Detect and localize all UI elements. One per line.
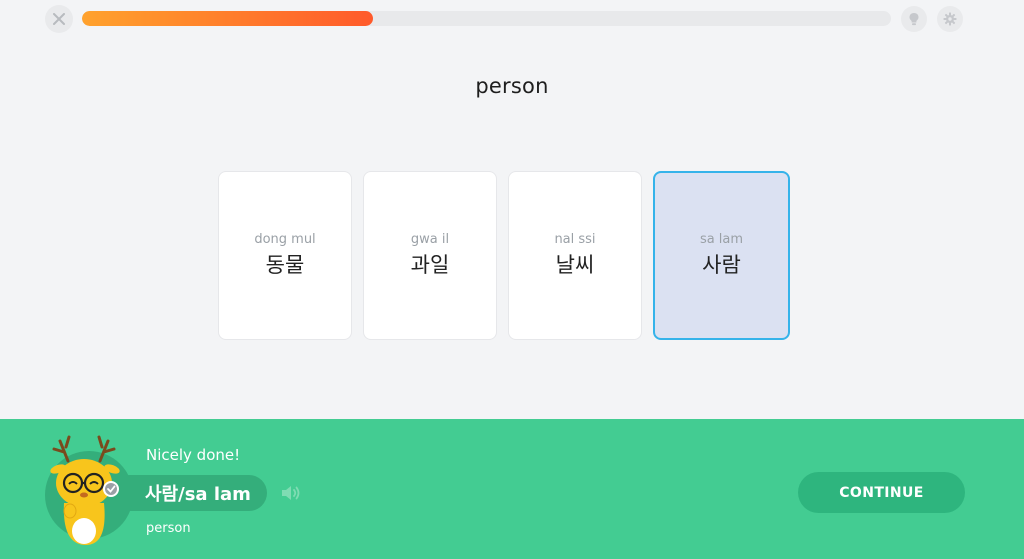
option-romanization: nal ssi (554, 232, 596, 247)
close-button[interactable] (45, 5, 73, 33)
hint-button[interactable] (901, 6, 927, 32)
option-hangul: 사람 (702, 253, 741, 277)
gear-icon (943, 12, 957, 26)
feedback-panel: 사람/sa lam Nicely done! person CONTINUE (0, 419, 1024, 559)
settings-button[interactable] (937, 6, 963, 32)
option-romanization: sa lam (699, 232, 744, 247)
progress-bar (82, 11, 891, 26)
speaker-icon[interactable] (280, 483, 302, 503)
progress-fill (82, 11, 374, 26)
continue-button[interactable]: CONTINUE (798, 472, 965, 513)
lightbulb-icon (909, 13, 919, 26)
option-romanization: gwa il (410, 232, 450, 247)
answer-text: 사람/sa lam (145, 484, 251, 505)
option-romanization: dong mul (254, 232, 316, 247)
option-hangul: 동물 (265, 253, 305, 277)
option-card[interactable]: dong mul 동물 (218, 171, 352, 340)
close-icon (53, 13, 65, 25)
deer-mascot-icon (45, 435, 132, 545)
option-hangul: 날씨 (555, 253, 595, 277)
option-card[interactable]: nal ssi 날씨 (508, 171, 642, 340)
option-hangul: 과일 (410, 253, 450, 277)
option-card[interactable]: gwa il 과일 (363, 171, 497, 340)
feedback-message: Nicely done! (146, 446, 241, 464)
question-prompt: person (475, 74, 549, 98)
answer-options: dong mul 동물 gwa il 과일 nal ssi 날씨 sa lam … (218, 171, 790, 340)
answer-pill: 사람/sa lam (112, 475, 267, 511)
feedback-translation: person (146, 521, 191, 536)
option-card-selected[interactable]: sa lam 사람 (653, 171, 790, 340)
